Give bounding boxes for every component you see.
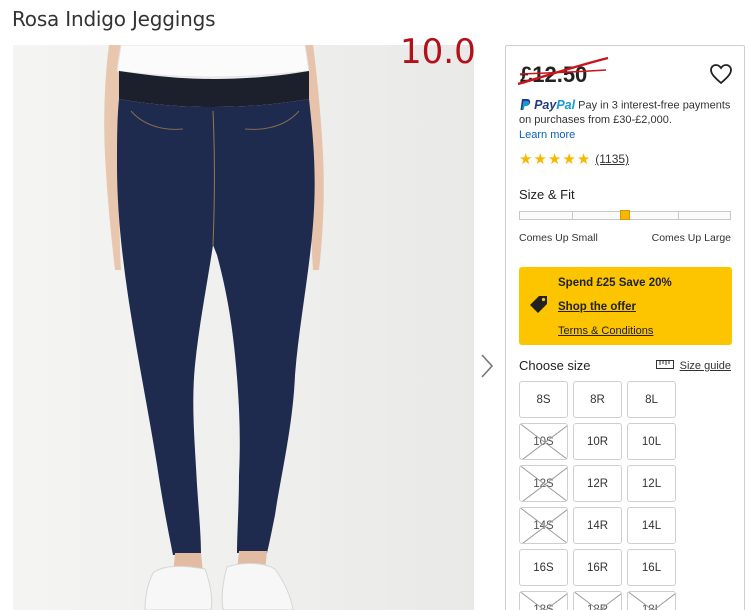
terms-link[interactable]: Terms & Conditions	[558, 325, 653, 337]
size-option-16r[interactable]: 16R	[573, 549, 622, 586]
paypal-message: PayPal Pay in 3 interest-free payments o…	[519, 98, 739, 142]
size-option-10l[interactable]: 10L	[627, 423, 676, 460]
size-option-12r[interactable]: 12R	[573, 465, 622, 502]
fit-scale	[519, 210, 731, 220]
size-option-10r[interactable]: 10R	[573, 423, 622, 460]
offer-title: Spend £25 Save 20%	[558, 277, 672, 289]
star-icon: ★	[562, 151, 576, 168]
shop-offer-link[interactable]: Shop the offer	[558, 301, 636, 313]
product-title: Rosa Indigo Jeggings	[12, 7, 216, 31]
next-image-chevron-right-icon[interactable]	[478, 352, 496, 380]
fit-low-label: Comes Up Small	[519, 232, 598, 244]
product-image[interactable]	[13, 45, 474, 610]
product-info-panel: £12.50 PayPal Pay in 3 interest-free pay…	[505, 45, 745, 610]
review-count-link[interactable]: (1135)	[595, 152, 629, 166]
size-option-10s[interactable]: 10S	[519, 423, 568, 460]
size-option-18l[interactable]: 18L	[627, 591, 676, 610]
star-icon: ★	[576, 151, 591, 168]
size-option-12l[interactable]: 12L	[627, 465, 676, 502]
price-tag-icon	[528, 293, 550, 315]
size-option-14l[interactable]: 14L	[627, 507, 676, 544]
star-icon: ★	[547, 151, 562, 168]
size-option-16s[interactable]: 16S	[519, 549, 568, 586]
model-illustration	[104, 45, 324, 610]
wishlist-heart-icon[interactable]	[709, 63, 733, 85]
paypal-logo-icon: PayPal	[519, 98, 575, 113]
price-strikethrough	[517, 56, 609, 86]
star-icon: ★	[533, 151, 547, 168]
star-icon: ★	[519, 151, 533, 168]
size-option-8l[interactable]: 8L	[627, 381, 676, 418]
offer-banner: Spend £25 Save 20% Shop the offer Terms …	[519, 267, 732, 345]
size-option-14r[interactable]: 14R	[573, 507, 622, 544]
size-option-18s[interactable]: 18S	[519, 591, 568, 610]
annotation-label: 10.0	[400, 32, 476, 72]
fit-marker	[620, 210, 630, 220]
size-guide-label: Size guide	[679, 360, 731, 372]
paypal-word-pay: Pay	[534, 98, 557, 112]
size-option-8r[interactable]: 8R	[573, 381, 622, 418]
size-guide-link[interactable]: Size guide	[655, 360, 731, 372]
size-option-16l[interactable]: 16L	[627, 549, 676, 586]
paypal-learn-more-link[interactable]: Learn more	[519, 128, 739, 142]
paypal-word-pal: Pal	[556, 98, 576, 112]
size-option-12s[interactable]: 12S	[519, 465, 568, 502]
size-option-14s[interactable]: 14S	[519, 507, 568, 544]
choose-size-title: Choose size	[519, 358, 591, 373]
size-fit-title: Size & Fit	[519, 187, 575, 202]
rating[interactable]: ★ ★ ★ ★ ★ (1135)	[519, 150, 629, 168]
ruler-icon	[655, 360, 674, 372]
size-option-18r[interactable]: 18R	[573, 591, 622, 610]
fit-tick	[678, 212, 679, 219]
fit-high-label: Comes Up Large	[651, 232, 731, 244]
fit-tick	[572, 212, 573, 219]
size-option-8s[interactable]: 8S	[519, 381, 568, 418]
